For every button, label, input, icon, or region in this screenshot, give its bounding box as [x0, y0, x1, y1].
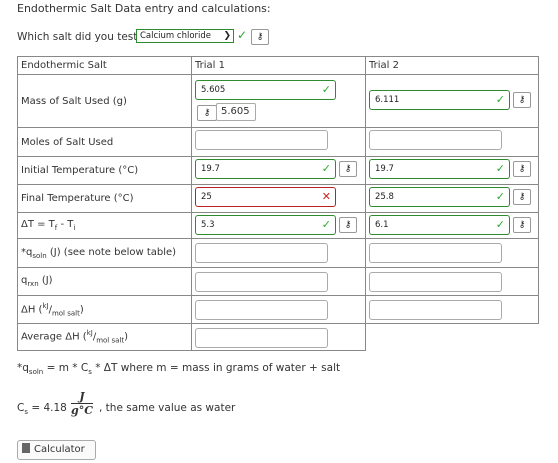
check-icon: ✓ [495, 190, 505, 203]
check-icon: ✓ [495, 218, 505, 231]
key-icon: ⚷ [518, 220, 526, 230]
row-mass-label: Mass of Salt Used (g) [17, 74, 192, 128]
row-avg-label: Average ΔH (kJ/mol salt) [17, 323, 192, 351]
calculator-label: Calculator [34, 444, 85, 455]
check-icon: ✓ [321, 162, 331, 175]
trial1-tinit-input[interactable]: 19.7 ✓ [195, 159, 336, 179]
row-tinit-label: Initial Temperature (°C) [17, 156, 192, 185]
row-qrxn-label: qrxn (J) [17, 267, 192, 296]
cs-unit-denominator: g°C [71, 404, 93, 417]
row-qsoln-label: *qsoln (J) (see note below table) [17, 238, 192, 268]
trial2-tinit-input[interactable]: 19.7 ✓ [369, 159, 510, 179]
trial2-qrxn-input[interactable] [369, 272, 502, 292]
trial1-moles-input[interactable] [195, 130, 328, 150]
trial2-moles-input[interactable] [369, 130, 502, 150]
cross-icon: ✕ [321, 190, 331, 203]
check-icon: ✓ [321, 83, 331, 96]
page-heading: Endothermic Salt Data entry and calculat… [17, 2, 271, 15]
check-icon: ✓ [495, 162, 505, 175]
key-icon: ⚷ [344, 220, 352, 230]
trial1-tfinal-input[interactable]: 25 ✕ [195, 187, 336, 207]
key-icon: ⚷ [344, 164, 352, 174]
row-deltah-label: ΔH (kJ/mol salt) [17, 295, 192, 324]
salt-key-button[interactable]: ⚷ [251, 29, 269, 45]
trial1-deltat-input[interactable]: 5.3 ✓ [195, 215, 336, 235]
trial1-mass-key-button[interactable]: ⚷ [197, 105, 217, 121]
trial1-mass-input[interactable]: 5.605 ✓ [195, 80, 336, 100]
calculator-button[interactable]: Calculator [17, 440, 96, 460]
check-icon: ✓ [237, 28, 248, 42]
key-icon: ⚷ [203, 108, 211, 118]
trial2-mass-key-button[interactable]: ⚷ [513, 92, 531, 108]
trial2-tinit-key-button[interactable]: ⚷ [513, 161, 531, 177]
trial1-mass-revealed: 5.605 [216, 103, 256, 121]
chevron-down-icon: ❯ [223, 31, 231, 41]
row-deltat-label: ΔT = Tf - Ti [17, 212, 192, 239]
trial1-qsoln-input[interactable] [195, 243, 328, 263]
avg-deltah-input[interactable] [195, 328, 328, 348]
trial2-mass-input[interactable]: 6.111 ✓ [369, 90, 510, 110]
trial2-deltat-input[interactable]: 6.1 ✓ [369, 215, 510, 235]
salt-select-value: Calcium chloride [140, 31, 212, 41]
cs-unit-fraction: J g°C [71, 390, 93, 417]
cs-unit-numerator: J [71, 390, 93, 404]
header-salt: Endothermic Salt [17, 56, 192, 75]
key-icon: ⚷ [518, 95, 526, 105]
trial1-deltah-input[interactable] [195, 300, 328, 320]
key-icon: ⚷ [256, 32, 264, 42]
trial2-deltat-key-button[interactable]: ⚷ [513, 217, 531, 233]
trial1-tinit-key-button[interactable]: ⚷ [339, 161, 357, 177]
trial2-deltah-input[interactable] [369, 300, 502, 320]
trial2-tfinal-input[interactable]: 25.8 ✓ [369, 187, 510, 207]
header-trial2: Trial 2 [365, 56, 539, 75]
key-icon: ⚷ [518, 164, 526, 174]
key-icon: ⚷ [518, 192, 526, 202]
salt-question: Which salt did you test [17, 31, 138, 43]
header-trial1: Trial 1 [191, 56, 366, 75]
qsoln-note: *qsoln = m * Cs * ΔT where m = mass in g… [17, 362, 341, 377]
cs-label: Cs = 4.18 [17, 402, 67, 417]
trial2-qsoln-input[interactable] [369, 243, 502, 263]
check-icon: ✓ [495, 93, 505, 106]
trial2-tfinal-key-button[interactable]: ⚷ [513, 189, 531, 205]
cs-same-note: , the same value as water [99, 402, 236, 414]
salt-select[interactable]: Calcium chloride ❯ [136, 29, 234, 43]
trial1-qrxn-input[interactable] [195, 272, 328, 292]
check-icon: ✓ [321, 218, 331, 231]
row-moles-label: Moles of Salt Used [17, 127, 192, 157]
trial1-deltat-key-button[interactable]: ⚷ [339, 217, 357, 233]
calculator-icon [22, 443, 30, 453]
row-tfinal-label: Final Temperature (°C) [17, 184, 192, 213]
